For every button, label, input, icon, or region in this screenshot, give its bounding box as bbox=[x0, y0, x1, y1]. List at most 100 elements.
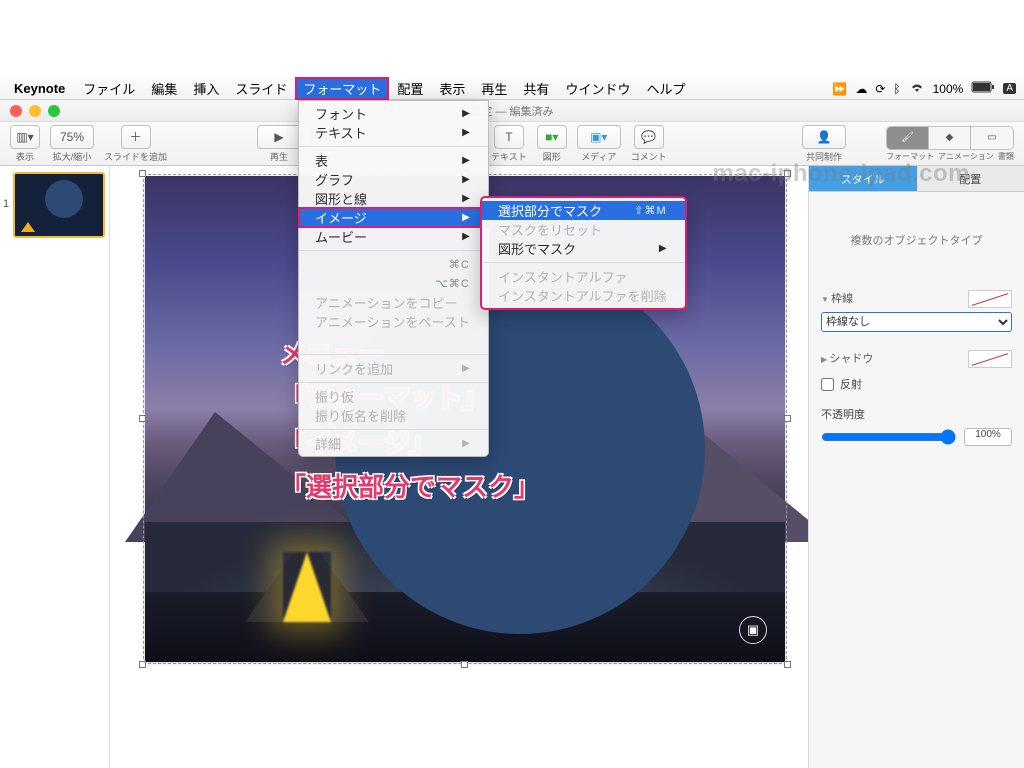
format-inspector: スタイル 配置 複数のオブジェクトタイプ 枠線 枠線なし シャドウ 反射 bbox=[808, 166, 1024, 768]
seg-animate-label: アニメーション bbox=[938, 151, 994, 162]
menu-file[interactable]: ファイル bbox=[75, 77, 143, 100]
menu-help[interactable]: ヘルプ bbox=[638, 77, 693, 100]
opacity-value[interactable]: 100% bbox=[964, 428, 1012, 446]
mi-mask-with-selection[interactable]: 選択部分でマスク⇧⌘M bbox=[482, 201, 685, 220]
inspector-multi-object-label: 複数のオブジェクトタイプ bbox=[821, 202, 1012, 278]
mi-text[interactable]: テキスト▶ bbox=[299, 123, 488, 142]
menu-share[interactable]: 共有 bbox=[515, 77, 557, 100]
mi-advanced: 詳細▶ bbox=[299, 434, 488, 453]
view-button[interactable]: ▥▾ bbox=[10, 125, 40, 149]
mi-mask-with-shape[interactable]: 図形でマスク▶ bbox=[482, 239, 685, 258]
border-disclosure[interactable]: 枠線 bbox=[821, 290, 1012, 306]
reflection-checkbox[interactable] bbox=[821, 378, 834, 391]
collaborate-button[interactable]: 👤 bbox=[802, 125, 846, 149]
play-label: 再生 bbox=[270, 150, 288, 163]
mi-remove-instant-alpha: インスタントアルファを削除 bbox=[482, 286, 685, 305]
input-source-icon[interactable]: A bbox=[1003, 83, 1016, 94]
border-label: 枠線 bbox=[831, 293, 853, 305]
slide-navigator[interactable] bbox=[0, 166, 110, 768]
battery-percent: 100% bbox=[933, 82, 964, 96]
slide-thumbnail-1[interactable] bbox=[13, 172, 105, 238]
insert-media-button[interactable]: ▣▾ bbox=[577, 125, 621, 149]
menu-format[interactable]: フォーマット bbox=[295, 77, 389, 100]
seg-animate[interactable]: ◆ bbox=[929, 127, 971, 149]
macos-menubar: Keynote ファイル 編集 挿入 スライド フォーマット 配置 表示 再生 … bbox=[0, 78, 1024, 100]
menu-play[interactable]: 再生 bbox=[473, 77, 515, 100]
mi-furigana-remove: 振り仮名を削除 bbox=[299, 406, 488, 425]
add-slide-label: スライドを追加 bbox=[104, 150, 167, 163]
zoom-window-button[interactable] bbox=[48, 105, 60, 117]
menu-slide[interactable]: スライド bbox=[227, 77, 295, 100]
menu-window[interactable]: ウインドウ bbox=[557, 77, 638, 100]
brush-icon: 🖌 bbox=[901, 132, 914, 143]
battery-icon[interactable] bbox=[971, 81, 995, 96]
mi-reset-mask: マスクをリセット bbox=[482, 220, 685, 239]
mi-paste-animation: アニメーションをペースト bbox=[299, 312, 488, 331]
inspector-tab-style[interactable]: スタイル bbox=[809, 166, 917, 192]
border-swatch[interactable] bbox=[968, 290, 1012, 308]
inspector-mode-segmented[interactable]: 🖌 ◆ ▭ bbox=[886, 126, 1014, 150]
keynote-toolbar: ▥▾ 表示 75% 拡大/縮小 ＋ スライドを追加 ▶ 再生 ⦿ Keyn T … bbox=[0, 122, 1024, 166]
insert-text-label: テキスト bbox=[491, 150, 527, 163]
image-submenu[interactable]: 選択部分でマスク⇧⌘M マスクをリセット 図形でマスク▶ インスタントアルファ … bbox=[480, 196, 687, 310]
play-button[interactable]: ▶ bbox=[257, 125, 301, 149]
bluetooth-icon[interactable]: ᛒ bbox=[893, 82, 900, 96]
insert-text-button[interactable]: T bbox=[494, 125, 524, 149]
minimize-window-button[interactable] bbox=[29, 105, 41, 117]
mi-furigana: 振り仮 bbox=[299, 387, 488, 406]
menu-view[interactable]: 表示 bbox=[431, 77, 473, 100]
seg-format-label: フォーマット bbox=[886, 151, 934, 162]
mi-shapes-lines[interactable]: 図形と線▶ bbox=[299, 189, 488, 208]
insert-shape-button[interactable]: ■▾ bbox=[537, 125, 567, 149]
wifi-icon[interactable] bbox=[909, 81, 925, 96]
view-label: 表示 bbox=[16, 150, 34, 163]
shadow-label: シャドウ bbox=[829, 353, 873, 365]
tent-light-graphic bbox=[283, 552, 331, 622]
mi-copy-style: ⌘C bbox=[299, 255, 488, 274]
shadow-disclosure[interactable]: シャドウ bbox=[821, 350, 1012, 366]
mi-image[interactable]: イメージ▶ bbox=[299, 208, 488, 227]
comment-label: コメント bbox=[631, 150, 667, 163]
mi-chart[interactable]: グラフ▶ bbox=[299, 170, 488, 189]
window-traffic-lights bbox=[10, 105, 60, 117]
comment-button[interactable]: 💬 bbox=[634, 125, 664, 149]
menubar-status-area: ⏩ ☁︎ ⟳ ᛒ 100% A bbox=[832, 81, 1016, 96]
thumb-tent-icon bbox=[21, 222, 35, 232]
menu-arrange[interactable]: 配置 bbox=[389, 77, 431, 100]
reflection-label: 反射 bbox=[840, 376, 862, 392]
mi-cond bbox=[299, 331, 488, 350]
thumb-circle-icon bbox=[45, 180, 83, 218]
seg-format[interactable]: 🖌 bbox=[887, 127, 929, 149]
zoom-label: 拡大/縮小 bbox=[53, 150, 92, 163]
mi-movie[interactable]: ムービー▶ bbox=[299, 227, 488, 246]
image-badge-icon[interactable]: ▣ bbox=[739, 616, 767, 644]
cloud-icon[interactable]: ☁︎ bbox=[855, 82, 867, 96]
mi-copy-animation: アニメーションをコピー bbox=[299, 293, 488, 312]
mi-instant-alpha: インスタントアルファ bbox=[482, 267, 685, 286]
opacity-slider[interactable] bbox=[821, 429, 956, 445]
zoom-button[interactable]: 75% bbox=[50, 125, 94, 149]
insert-shape-label: 図形 bbox=[543, 150, 561, 163]
mi-table[interactable]: 表▶ bbox=[299, 151, 488, 170]
collaborate-label: 共同制作 bbox=[806, 150, 842, 163]
inspector-tab-arrange[interactable]: 配置 bbox=[917, 166, 1024, 192]
seg-document[interactable]: ▭ bbox=[971, 127, 1013, 149]
menu-insert[interactable]: 挿入 bbox=[185, 77, 227, 100]
window-titlebar: 設定 — 編集済み bbox=[0, 100, 1024, 122]
add-slide-button[interactable]: ＋ bbox=[121, 125, 151, 149]
seg-document-label: 書類 bbox=[998, 151, 1014, 162]
shadow-swatch[interactable] bbox=[968, 350, 1012, 368]
whitespace-above bbox=[0, 0, 1024, 78]
opacity-label: 不透明度 bbox=[821, 406, 1012, 422]
mi-font[interactable]: フォント▶ bbox=[299, 104, 488, 123]
mi-add-link: リンクを追加▶ bbox=[299, 359, 488, 378]
insert-media-label: メディア bbox=[581, 150, 616, 163]
sync-icon[interactable]: ⟳ bbox=[875, 82, 885, 96]
mi-paste-style: ⌥⌘C bbox=[299, 274, 488, 293]
format-menu-dropdown[interactable]: フォント▶ テキスト▶ 表▶ グラフ▶ 図形と線▶ イメージ▶ ムービー▶ ⌘C… bbox=[298, 100, 489, 457]
fastforward-icon[interactable]: ⏩ bbox=[832, 82, 847, 96]
close-window-button[interactable] bbox=[10, 105, 22, 117]
app-name[interactable]: Keynote bbox=[14, 81, 65, 96]
menu-edit[interactable]: 編集 bbox=[143, 77, 185, 100]
border-style-select[interactable]: 枠線なし bbox=[821, 312, 1012, 332]
